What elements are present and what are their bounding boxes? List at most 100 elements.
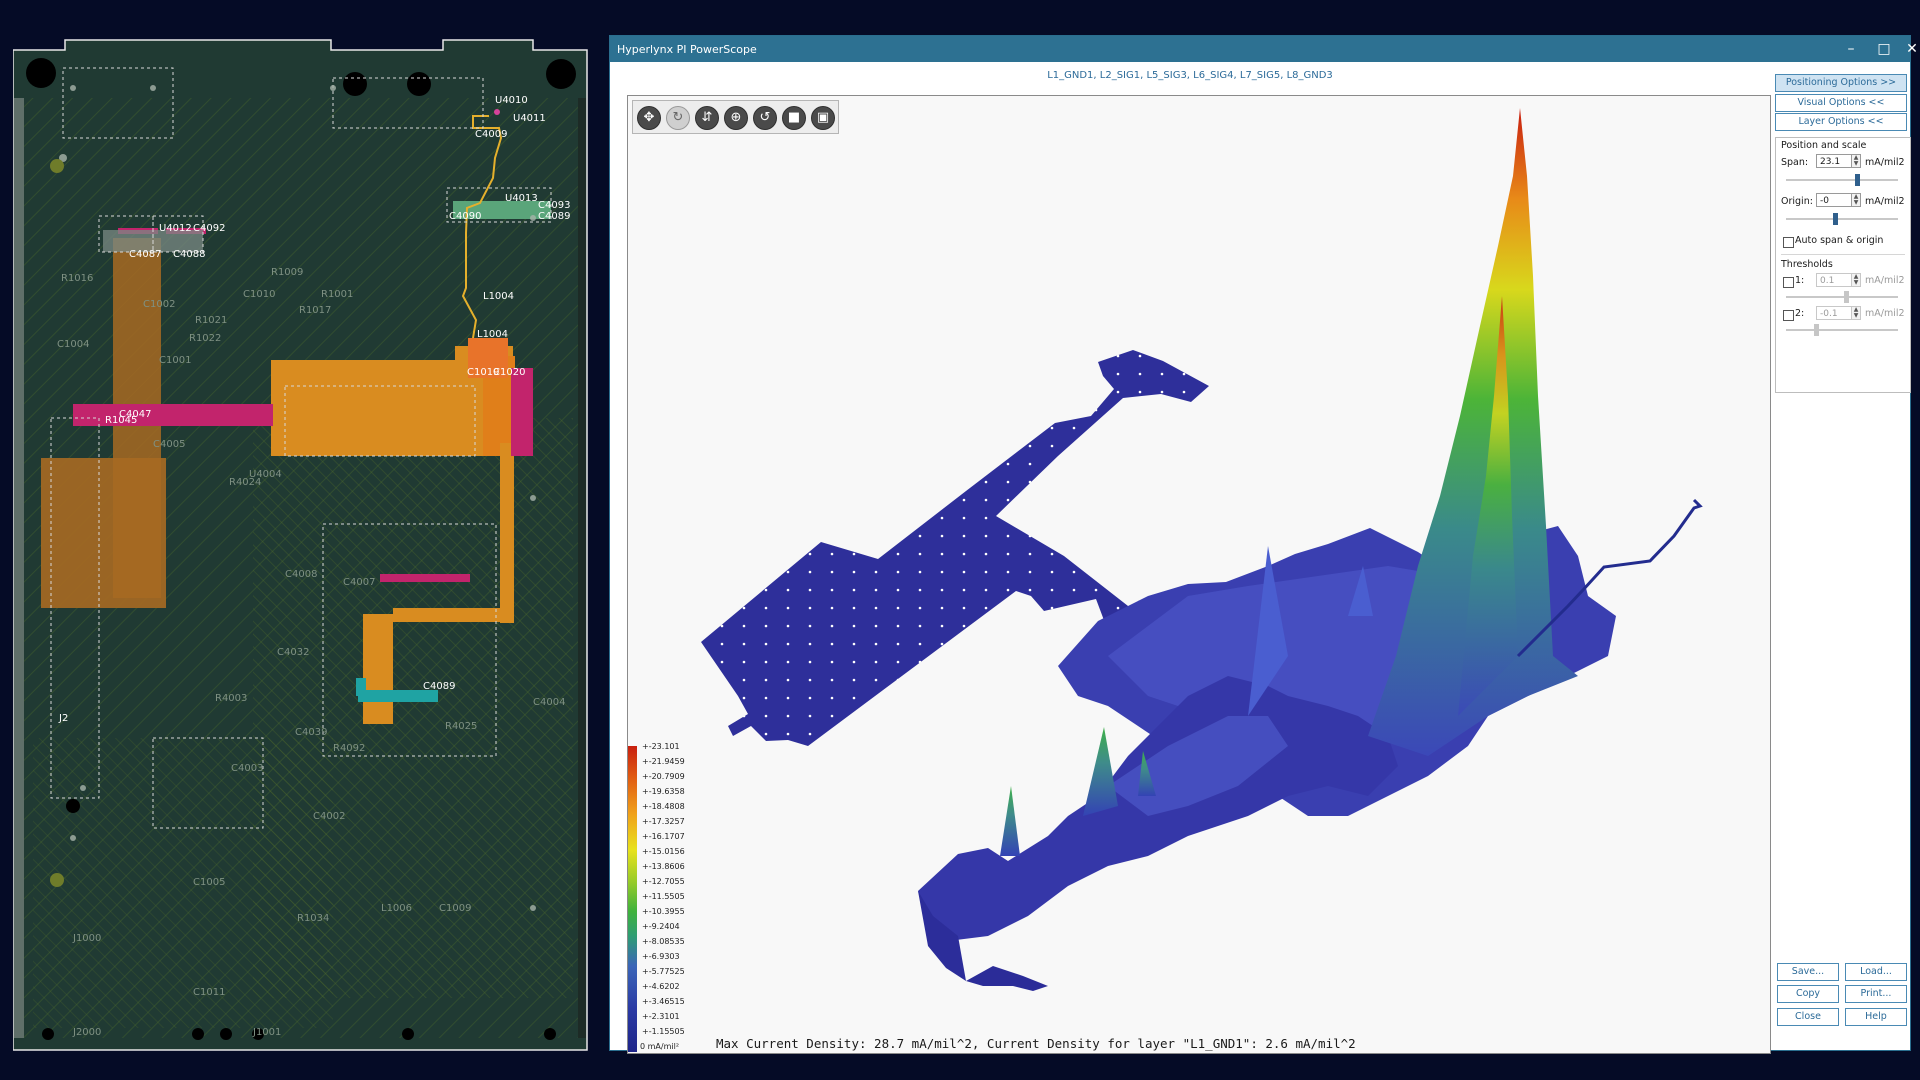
- pcb-ref-label: R1016: [61, 273, 94, 284]
- load-button[interactable]: Load...: [1845, 963, 1907, 981]
- pcb-board-drawing: [13, 39, 588, 1051]
- threshold-1-input[interactable]: 0.1: [1816, 273, 1852, 287]
- pcb-ref-label: L1004: [483, 291, 515, 302]
- legend-value: +-4.6202: [642, 982, 680, 991]
- visual-options-button[interactable]: Visual Options <<: [1775, 94, 1907, 112]
- window-title: Hyperlynx PI PowerScope: [617, 43, 757, 56]
- legend-value: +-11.5505: [642, 892, 685, 901]
- positioning-options-button[interactable]: Positioning Options >>: [1775, 74, 1907, 92]
- layer-list: L1_GND1, L2_SIG1, L5_SIG3, L6_SIG4, L7_S…: [1047, 70, 1333, 81]
- legend-value: +-3.46515: [642, 997, 685, 1006]
- legend-value: +-5.77525: [642, 967, 685, 976]
- span-unit: mA/mil2: [1865, 157, 1905, 168]
- threshold-2-slider-thumb[interactable]: [1814, 324, 1819, 336]
- copy-button[interactable]: Copy: [1777, 985, 1839, 1003]
- pcb-ref-label: R1001: [321, 289, 354, 300]
- pcb-ref-label: C1001: [159, 355, 192, 366]
- pcb-ref-label: C1020: [493, 367, 526, 378]
- pcb-ref-label: C4032: [277, 647, 310, 658]
- pcb-ref-label: C4087: [129, 249, 162, 260]
- pcb-ref-label: C1005: [193, 877, 226, 888]
- auto-span-checkbox[interactable]: [1783, 237, 1794, 248]
- pcb-ref-label: C4089: [538, 211, 571, 222]
- powerscope-window[interactable]: Hyperlynx PI PowerScope – □ ✕ L1_GND1, L…: [610, 36, 1918, 1054]
- pcb-ref-label: R1017: [299, 305, 332, 316]
- legend-value: +-17.3257: [642, 817, 685, 826]
- origin-label: Origin:: [1781, 196, 1813, 207]
- pcb-ref-label: J1000: [73, 933, 102, 944]
- pcb-ref-label: J2000: [73, 1027, 102, 1038]
- print-button[interactable]: Print...: [1845, 985, 1907, 1003]
- legend-value: +-9.2404: [642, 922, 680, 931]
- origin-unit: mA/mil2: [1865, 196, 1905, 207]
- threshold-2-unit: mA/mil2: [1865, 308, 1905, 319]
- pcb-ref-label: C4093: [538, 200, 571, 211]
- span-slider-track[interactable]: [1786, 179, 1898, 181]
- pcb-ref-label: C1010: [243, 289, 276, 300]
- positioning-options-panel: Position and scale Span: 23.1 ▲ ▼ mA/mil2…: [1775, 137, 1911, 393]
- pcb-ref-label: C4092: [193, 223, 226, 234]
- pcb-ref-label: C4004: [533, 697, 566, 708]
- threshold-1-unit: mA/mil2: [1865, 275, 1905, 286]
- origin-input[interactable]: -0: [1816, 193, 1852, 207]
- legend-value: +-23.101: [642, 742, 680, 751]
- pcb-ref-label: C4005: [153, 439, 186, 450]
- pcb-ref-label: R4003: [215, 693, 248, 704]
- legend-value: +-19.6358: [642, 787, 685, 796]
- span-spinner-icon[interactable]: ▲ ▼: [1851, 154, 1861, 168]
- close-button[interactable]: Close: [1777, 1008, 1839, 1026]
- pcb-ref-label: R4092: [333, 743, 366, 754]
- pcb-ref-label: C4047: [119, 409, 152, 420]
- maximize-icon[interactable]: □: [1867, 36, 1901, 62]
- span-label: Span:: [1781, 157, 1809, 168]
- threshold-2-slider-track[interactable]: [1786, 329, 1898, 331]
- pcb-ref-label: C4007: [343, 577, 376, 588]
- layer-options-button[interactable]: Layer Options <<: [1775, 113, 1907, 131]
- legend-value: +-8.08535: [642, 937, 685, 946]
- pcb-layout-view[interactable]: U4010 U4011 C4009 U4013 C4093 C4089 C409…: [13, 38, 589, 1052]
- legend-value: +-1.15505: [642, 1027, 685, 1036]
- title-bar[interactable]: Hyperlynx PI PowerScope – □ ✕: [610, 36, 1918, 62]
- pcb-ref-label: C4089: [423, 681, 456, 692]
- origin-spinner-icon[interactable]: ▲ ▼: [1851, 193, 1861, 207]
- threshold-2-spinner-icon[interactable]: ▲ ▼: [1851, 306, 1861, 320]
- current-density-3d-view[interactable]: ✥ ↻ ⇵ ⊕ ↺ ■ ▣ +-23.101 +-21.9459 +-20.79…: [627, 95, 1771, 1054]
- pcb-ref-label: J2: [59, 713, 69, 724]
- pcb-ref-label: C1002: [143, 299, 176, 310]
- legend-value: +-15.0156: [642, 847, 685, 856]
- threshold-1-checkbox[interactable]: [1783, 277, 1794, 288]
- threshold-2-checkbox[interactable]: [1783, 310, 1794, 321]
- legend-value: +-13.8606: [642, 862, 685, 871]
- close-icon[interactable]: ✕: [1900, 36, 1920, 62]
- help-button[interactable]: Help: [1845, 1008, 1907, 1026]
- span-input[interactable]: 23.1: [1816, 154, 1852, 168]
- legend-value: +-12.7055: [642, 877, 685, 886]
- legend-value: +-10.3955: [642, 907, 685, 916]
- threshold-1-slider-thumb[interactable]: [1844, 291, 1849, 303]
- pcb-ref-label: L1006: [381, 903, 413, 914]
- threshold-1-slider-track[interactable]: [1786, 296, 1898, 298]
- pcb-ref-label: R1034: [297, 913, 330, 924]
- legend-value: +-16.1707: [642, 832, 685, 841]
- save-button[interactable]: Save...: [1777, 963, 1839, 981]
- pcb-ref-label: U4012: [159, 223, 192, 234]
- minimize-icon[interactable]: –: [1834, 36, 1868, 62]
- pcb-ref-label: C1011: [193, 987, 226, 998]
- span-slider-thumb[interactable]: [1855, 174, 1861, 186]
- auto-span-label: Auto span & origin: [1795, 235, 1884, 246]
- legend-value: 0 mA/mil²: [640, 1042, 680, 1051]
- legend-value: +-21.9459: [642, 757, 685, 766]
- legend-value: +-20.7909: [642, 772, 685, 781]
- pcb-ref-label: C1009: [439, 903, 472, 914]
- divider: [1781, 254, 1905, 255]
- threshold-1-label: 1:: [1795, 275, 1805, 286]
- pcb-ref-label: C4090: [449, 211, 482, 222]
- threshold-1-spinner-icon[interactable]: ▲ ▼: [1851, 273, 1861, 287]
- density-surface-plot: [701, 108, 1703, 991]
- origin-slider-track[interactable]: [1786, 218, 1898, 220]
- pcb-ref-label: C4003: [231, 763, 264, 774]
- pcb-ref-label: R1021: [195, 315, 228, 326]
- origin-slider-thumb[interactable]: [1833, 213, 1839, 225]
- pcb-ref-label: R1022: [189, 333, 222, 344]
- threshold-2-input[interactable]: -0.1: [1816, 306, 1852, 320]
